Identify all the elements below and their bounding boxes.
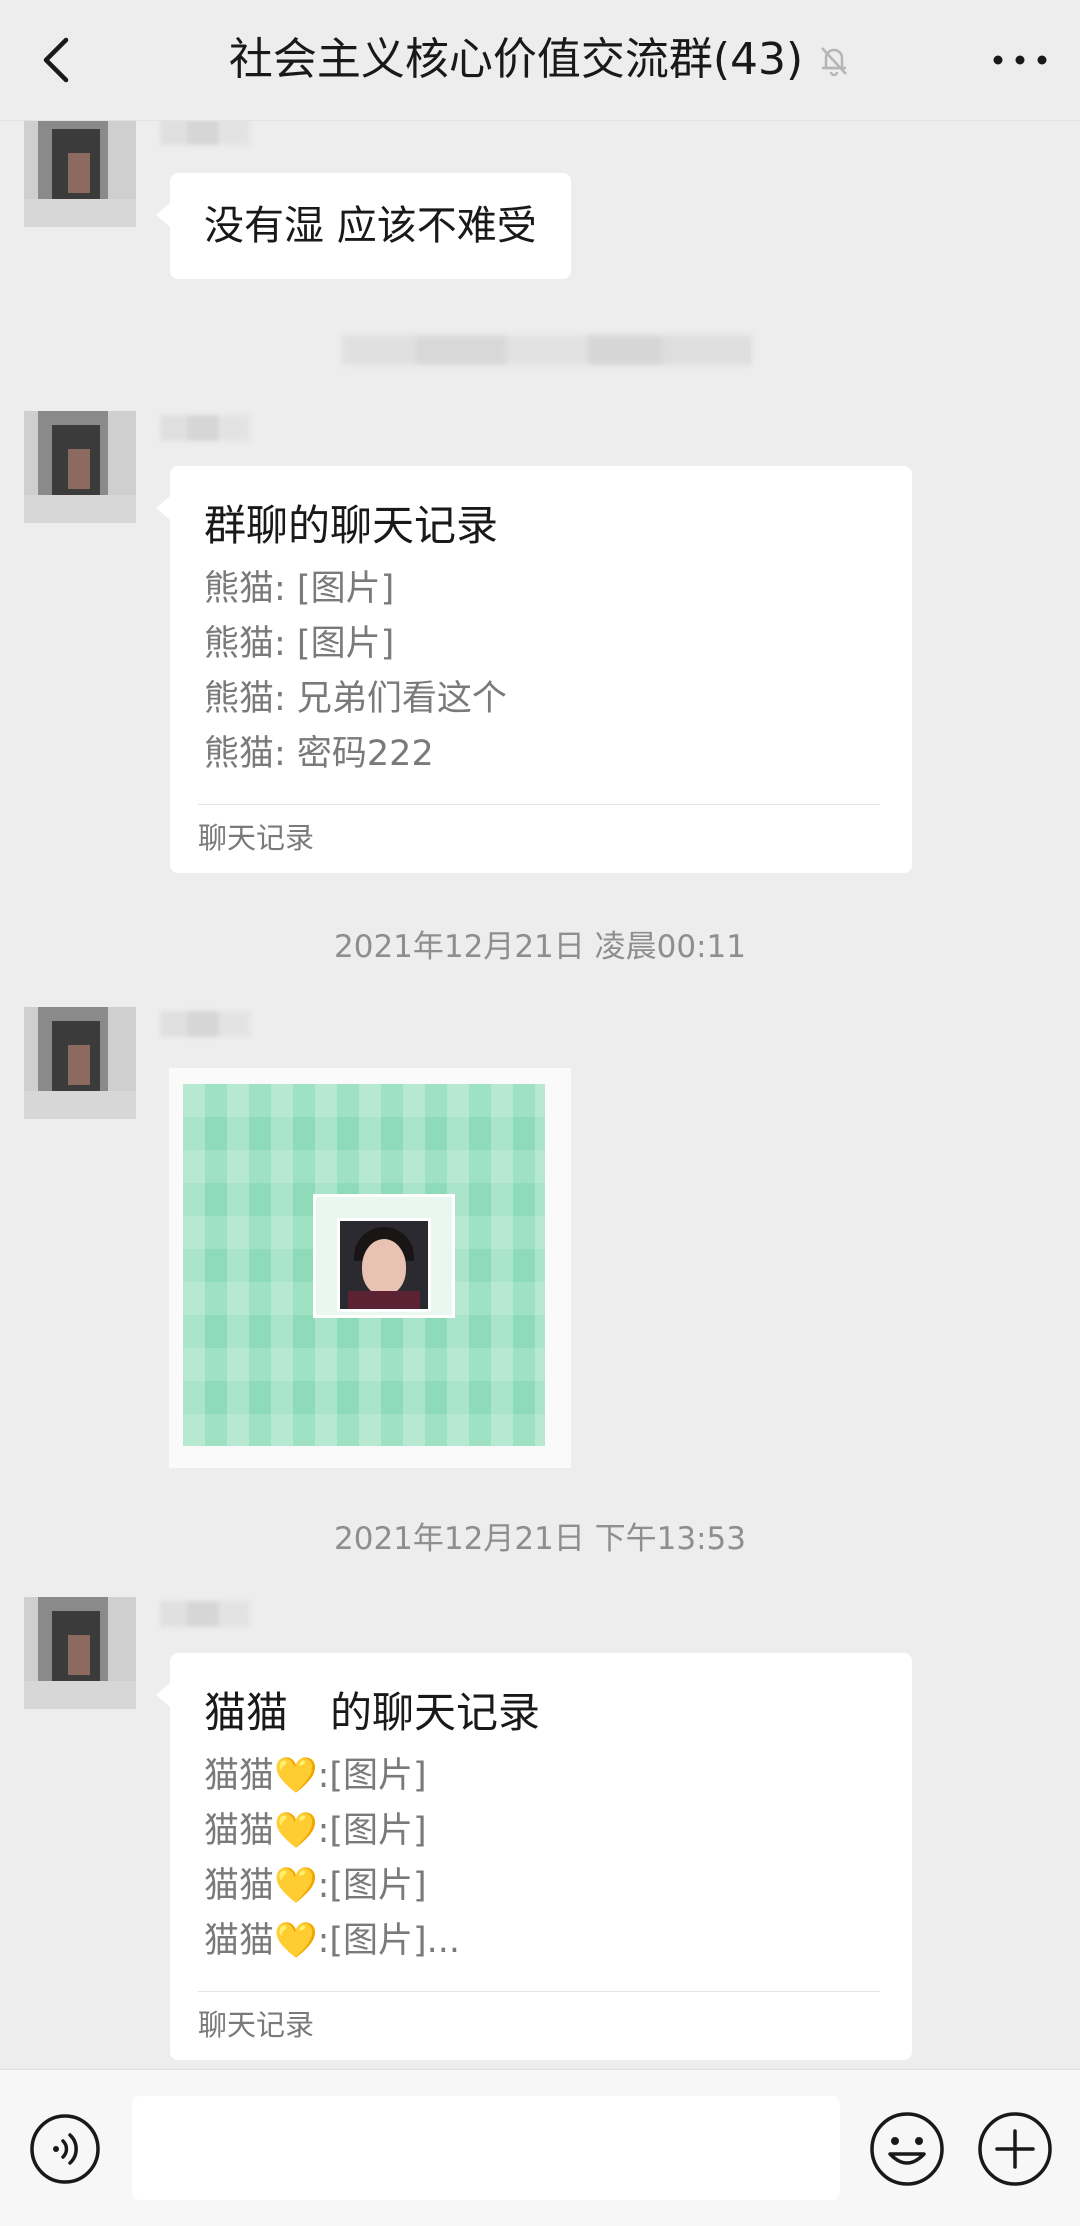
chat-title: 社会主义核心价值交流群(43) bbox=[228, 34, 804, 85]
chat-record-line: 熊猫: [图片] bbox=[204, 569, 395, 609]
system-notice-blurred bbox=[342, 335, 752, 365]
timestamp: 2021年12月21日 凌晨00:11 bbox=[334, 929, 746, 965]
chat-record-lines: 猫猫💛:[图片] 猫猫💛:[图片] 猫猫💛:[图片] 猫猫💛:[图片]... bbox=[204, 1749, 880, 1969]
chat-record-footer: 聊天记录 bbox=[198, 804, 880, 873]
chat-area[interactable]: 没有湿 应该不难受 群聊的聊天记录 熊猫: [图片] 熊猫: [图片] 熊猫: … bbox=[0, 121, 1080, 2069]
plus-icon bbox=[978, 2112, 1052, 2186]
sender-name-blurred bbox=[160, 121, 250, 145]
message-text: 没有湿 应该不难受 bbox=[204, 203, 537, 249]
chat-record-line: 猫猫💛:[图片] bbox=[204, 1811, 427, 1851]
chat-record-line: 熊猫: 兄弟们看这个 bbox=[204, 679, 507, 719]
voice-icon bbox=[30, 2114, 100, 2184]
chat-record-footer: 聊天记录 bbox=[198, 1991, 880, 2060]
sender-name-blurred bbox=[160, 1601, 250, 1627]
emoji-icon bbox=[870, 2112, 944, 2186]
chat-record-card[interactable]: 群聊的聊天记录 熊猫: [图片] 熊猫: [图片] 熊猫: 兄弟们看这个 熊猫:… bbox=[156, 466, 912, 873]
sender-name-blurred bbox=[160, 1011, 250, 1037]
bell-off-icon bbox=[817, 42, 851, 78]
more-button[interactable] bbox=[988, 28, 1052, 92]
voice-button[interactable] bbox=[28, 2112, 102, 2186]
profile-photo bbox=[337, 1218, 431, 1312]
chat-record-line: 猫猫💛:[图片] bbox=[204, 1866, 427, 1906]
avatar[interactable] bbox=[24, 121, 136, 227]
plus-button[interactable] bbox=[976, 2110, 1054, 2188]
chat-record-title: 群聊的聊天记录 bbox=[204, 501, 499, 550]
title-area: 社会主义核心价值交流群(43) bbox=[0, 30, 1080, 90]
chat-record-lines: 熊猫: [图片] 熊猫: [图片] 熊猫: 兄弟们看这个 熊猫: 密码222 bbox=[204, 562, 880, 782]
message-input[interactable] bbox=[132, 2096, 840, 2200]
chat-record-line: 熊猫: [图片] bbox=[204, 624, 395, 664]
input-bar bbox=[0, 2069, 1080, 2226]
avatar[interactable] bbox=[24, 1597, 136, 1709]
text-message-bubble[interactable]: 没有湿 应该不难受 bbox=[156, 173, 571, 279]
sender-name-blurred bbox=[160, 415, 250, 441]
chat-record-line: 猫猫💛:[图片]... bbox=[204, 1921, 461, 1961]
chat-record-card[interactable]: 猫猫 的聊天记录 猫猫💛:[图片] 猫猫💛:[图片] 猫猫💛:[图片] 猫猫💛:… bbox=[156, 1653, 912, 2060]
chat-record-line: 熊猫: 密码222 bbox=[204, 734, 434, 774]
emoji-button[interactable] bbox=[868, 2110, 946, 2188]
avatar[interactable] bbox=[24, 1007, 136, 1119]
more-dots-icon bbox=[993, 55, 1047, 65]
timestamp: 2021年12月21日 下午13:53 bbox=[334, 1521, 746, 1557]
chat-record-title: 猫猫 的聊天记录 bbox=[204, 1688, 541, 1737]
chat-record-line: 猫猫💛:[图片] bbox=[204, 1756, 427, 1796]
qr-code-image[interactable] bbox=[168, 1067, 572, 1469]
top-bar: 社会主义核心价值交流群(43) bbox=[0, 0, 1080, 121]
avatar[interactable] bbox=[24, 411, 136, 523]
